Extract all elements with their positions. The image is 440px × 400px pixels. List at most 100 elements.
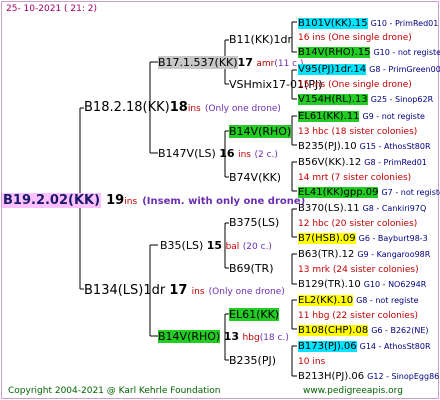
gen4-detail: 16 ins (One single drone) [298, 33, 412, 43]
gen4-name: V154H(RL).13 [298, 94, 368, 105]
gen4-row-18[interactable]: EL2(KK).10 G8 - not registe [298, 293, 419, 307]
g1-1-name: B134(LS)1dr [84, 283, 166, 298]
gen4-tag: G6 - B262(NE) [371, 326, 429, 335]
footer-copyright: Copyright 2004-2021 @ Karl Kehrle Founda… [8, 385, 220, 398]
g2-3-ins: hbg [242, 333, 260, 343]
copyright-text: Copyright 2004-2021 @ Karl Kehrle Founda… [8, 386, 221, 396]
gen4-row-0[interactable]: B101V(KK).15 G10 - PrimRed01 [298, 16, 438, 30]
g1-1-note: (Only one drone) [208, 287, 285, 297]
gen4-tag: G12 - SinopEgg86R [367, 372, 440, 381]
gen4-detail: 11 hbg (22 sister colonies) [298, 311, 419, 321]
gen2-0[interactable]: B17.1.537(KK)17 amr(11 c.) [158, 56, 304, 71]
gen4-name: EL2(KK).10 [298, 295, 354, 306]
gen4-name: EL41(KK)gpp.09 [298, 187, 379, 198]
gen3-7[interactable]: B235(PJ) [229, 354, 276, 367]
root-queen[interactable]: B19.2.02(KK) 19ins (Insem. with only one… [2, 192, 305, 209]
g1-0-name: B18.2.18(KK) [84, 100, 170, 115]
root-ins: ins [124, 197, 138, 207]
g1-0-num: 18 [169, 100, 188, 115]
g2-1-ins: ins [238, 150, 251, 160]
gen4-tag: G8 - not registe [356, 296, 419, 305]
gen4-detail: 15 ins (One single drone) [298, 80, 412, 90]
g2-1-num: 16 [219, 147, 235, 160]
g2-3-note: (18 c.) [259, 333, 289, 343]
gen4-tag: G10 - not registe [373, 48, 440, 57]
g3-2-name: B14V(RHO) [229, 125, 292, 138]
gen4-row-3[interactable]: V95(PJ)1dr.14 G8 - PrimGreen00 [298, 62, 440, 76]
gen4-row-6[interactable]: EL61(KK).11 G9 - not registe [298, 109, 425, 123]
gen4-row-8[interactable]: B235(PJ).10 G15 - AthosSt80R [298, 139, 431, 153]
date-text: 25- 10-2021 [6, 4, 62, 14]
g2-0-name: B17.1.537(KK) [158, 56, 238, 69]
gen4-tag: G9 - not registe [362, 112, 425, 121]
gen3-2[interactable]: B14V(RHO) [229, 125, 292, 138]
gen4-row-15[interactable]: B63(TR).12 G9 - Kangaroo98R [298, 247, 430, 261]
gen3-6[interactable]: EL61(KK) [229, 308, 280, 321]
footer-url[interactable]: www.pedigreeapis.org [303, 385, 403, 398]
gen4-tag: G8 - PrimGreen00 [369, 65, 440, 74]
url-text[interactable]: www.pedigreeapis.org [303, 386, 403, 396]
gen4-row-1[interactable]: 16 ins (One single drone) [298, 30, 412, 45]
g3-5-name: B69(TR) [229, 262, 274, 275]
gen3-5[interactable]: B69(TR) [229, 262, 274, 275]
gen2-2[interactable]: B35(LS) 15 bal (20 c.) [160, 239, 272, 254]
gen1-dam[interactable]: B134(LS)1dr 17 ins (Only one drone) [84, 284, 285, 299]
gen4-tag: G25 - Sinop62R [370, 95, 434, 104]
gen2-3[interactable]: B14V(RHO) 13 hbg(18 c.) [158, 330, 289, 345]
gen4-row-14[interactable]: B7(HSB).09 G6 - Bayburt98-3 [298, 231, 428, 245]
root-name: B19.2.02(KK) [2, 193, 102, 208]
g1-1-num: 17 [169, 283, 188, 298]
gen4-row-2[interactable]: B14V(RHO).15 G10 - not registe [298, 45, 440, 59]
gen3-0[interactable]: B11(KK)1dr [229, 33, 292, 46]
time-text: ( 21: 2) [64, 4, 98, 14]
g2-2-ins: bal [225, 242, 240, 252]
gen4-tag: G7 - not registe [381, 188, 440, 197]
gen4-detail: 12 hbc (20 sister colonies) [298, 219, 418, 229]
gen4-row-23[interactable]: B213H(PJ).06 G12 - SinopEgg86R [298, 369, 440, 383]
gen4-row-20[interactable]: B108(CHP).08 G6 - B262(NE) [298, 323, 429, 337]
gen4-name: V95(PJ)1dr.14 [298, 64, 367, 75]
gen4-row-22[interactable]: 10 ins [298, 354, 325, 369]
g3-3-name: B74V(KK) [229, 171, 282, 184]
gen4-row-9[interactable]: B56V(KK).12 G8 - PrimRed01 [298, 155, 427, 169]
gen4-name: B173(PJ).06 [298, 341, 357, 352]
gen4-row-17[interactable]: B129(TR).10 G10 - NO6294R [298, 277, 426, 291]
gen4-detail: 13 mrk (24 sister colonies) [298, 265, 419, 275]
gen4-row-21[interactable]: B173(PJ).06 G14 - AthosSt80R [298, 339, 431, 353]
gen4-tag: G14 - AthosSt80R [359, 342, 431, 351]
gen4-row-13[interactable]: 12 hbc (20 sister colonies) [298, 216, 417, 231]
gen3-3[interactable]: B74V(KK) [229, 171, 281, 184]
gen4-row-4[interactable]: 15 ins (One single drone) [298, 77, 412, 92]
gen4-row-7[interactable]: 13 hbc (18 sister colonies) [298, 124, 417, 139]
gen4-row-16[interactable]: 13 mrk (24 sister colonies) [298, 262, 419, 277]
gen4-row-19[interactable]: 11 hbg (22 sister colonies) [298, 308, 418, 323]
gen4-row-10[interactable]: 14 mrt (7 sister colonies) [298, 170, 411, 185]
gen4-name: B129(TR).10 [298, 279, 361, 290]
gen4-name: B14V(RHO).15 [298, 47, 371, 58]
gen1-sire[interactable]: B18.2.18(KK)18ins (Only one drone) [84, 101, 281, 116]
gen4-row-5[interactable]: V154H(RL).13 G25 - Sinop62R [298, 92, 433, 106]
g2-2-note: (20 c.) [242, 242, 272, 252]
gen3-4[interactable]: B375(LS) [229, 216, 279, 229]
g1-1-ins: ins [191, 287, 205, 297]
root-num: 19 [106, 193, 125, 208]
gen4-tag: G10 - PrimRed01 [370, 19, 439, 28]
gen4-name: B63(TR).12 [298, 249, 355, 260]
gen4-name: B370(LS).11 [298, 203, 360, 214]
g2-0-ins: amr [256, 59, 275, 69]
g2-0-num: 17 [237, 56, 253, 69]
g3-0-name: B11(KK)1dr [229, 33, 293, 46]
gen4-tag: G9 - Kangaroo98R [357, 250, 431, 259]
gen4-detail: 14 mrt (7 sister colonies) [298, 173, 412, 183]
g1-0-ins: ins [187, 104, 201, 114]
gen2-1[interactable]: B147V(LS) 16 ins (2 c.) [158, 147, 278, 162]
gen4-name: B101V(KK).15 [298, 18, 368, 29]
g3-6-name: EL61(KK) [229, 308, 280, 321]
gen4-name: B56V(KK).12 [298, 157, 362, 168]
g2-1-name: B147V(LS) [158, 147, 216, 160]
gen4-row-12[interactable]: B370(LS).11 G8 - Cankiri97Q [298, 201, 426, 215]
root-note: (Insem. with only one drone) [142, 196, 306, 207]
gen4-row-11[interactable]: EL41(KK)gpp.09 G7 - not registe [298, 185, 440, 199]
gen4-name: B213H(PJ).06 [298, 371, 365, 382]
g3-4-name: B375(LS) [229, 216, 280, 229]
